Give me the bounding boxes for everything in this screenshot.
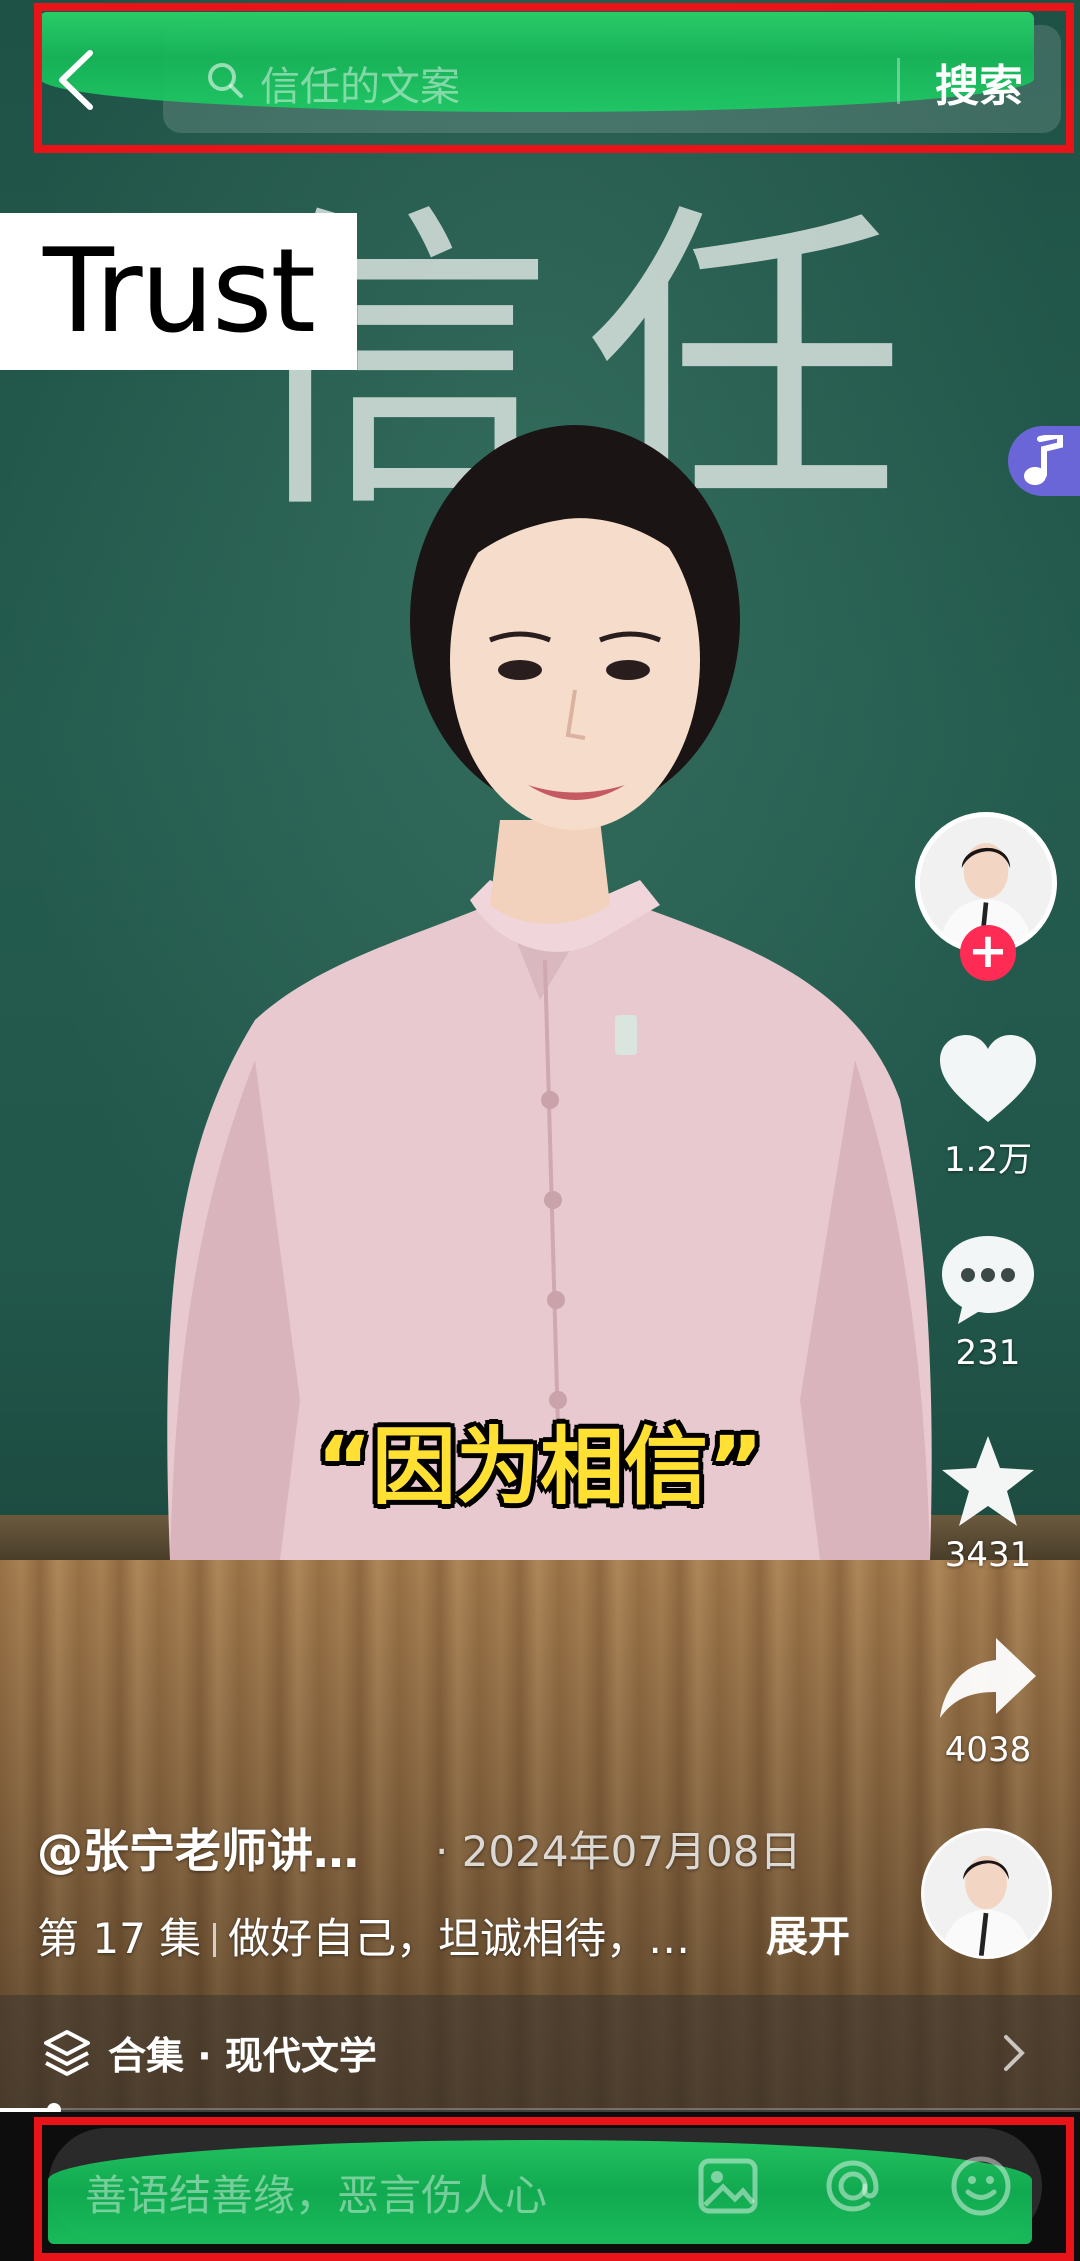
favorite-star-icon[interactable] [936,1432,1040,1532]
episode-label: 第 17 集 [37,1914,202,1963]
author-name[interactable]: @张宁老师讲… [37,1815,359,1881]
like-count: 1.2万 [943,1140,1033,1180]
music-disc-avatar[interactable] [921,1828,1052,1959]
layers-icon [44,2030,90,2076]
video-description: 第 17 集做好自己，坦诚相待，… [37,1905,690,1966]
share-arrow-icon[interactable] [936,1632,1040,1732]
annotation-box-top [34,3,1074,153]
comment-count: 231 [955,1333,1021,1373]
music-note-icon [1024,435,1063,485]
video-player-screen: 信 任 Trust “因为相信” 信任的文案 搜索 + 1.2万 231 343… [0,0,1080,2261]
share-count: 4038 [944,1730,1032,1770]
divider [213,1923,217,1957]
video-caption: “因为相信” [316,1418,764,1516]
collection-bar[interactable]: 合集 · 现代文学 [0,1995,1080,2110]
avatar-image [924,1831,1049,1956]
collection-label: 合集 · 现代文学 [108,2034,377,2078]
comment-icon[interactable] [936,1230,1040,1330]
favorite-count: 3431 [944,1535,1032,1575]
annotation-box-bottom [34,2117,1074,2261]
like-heart-icon[interactable] [936,1030,1040,1130]
chevron-right-icon [1004,2035,1025,2071]
trust-label: Trust [43,224,316,359]
trust-label-box: Trust [0,213,357,370]
follow-button[interactable]: + [960,925,1016,981]
description-text: 做好自己，坦诚相待，… [228,1914,691,1963]
music-badge[interactable] [1008,426,1080,496]
expand-button[interactable]: 展开 [766,1903,850,1964]
post-date: · 2024年07月08日 [435,1827,802,1876]
